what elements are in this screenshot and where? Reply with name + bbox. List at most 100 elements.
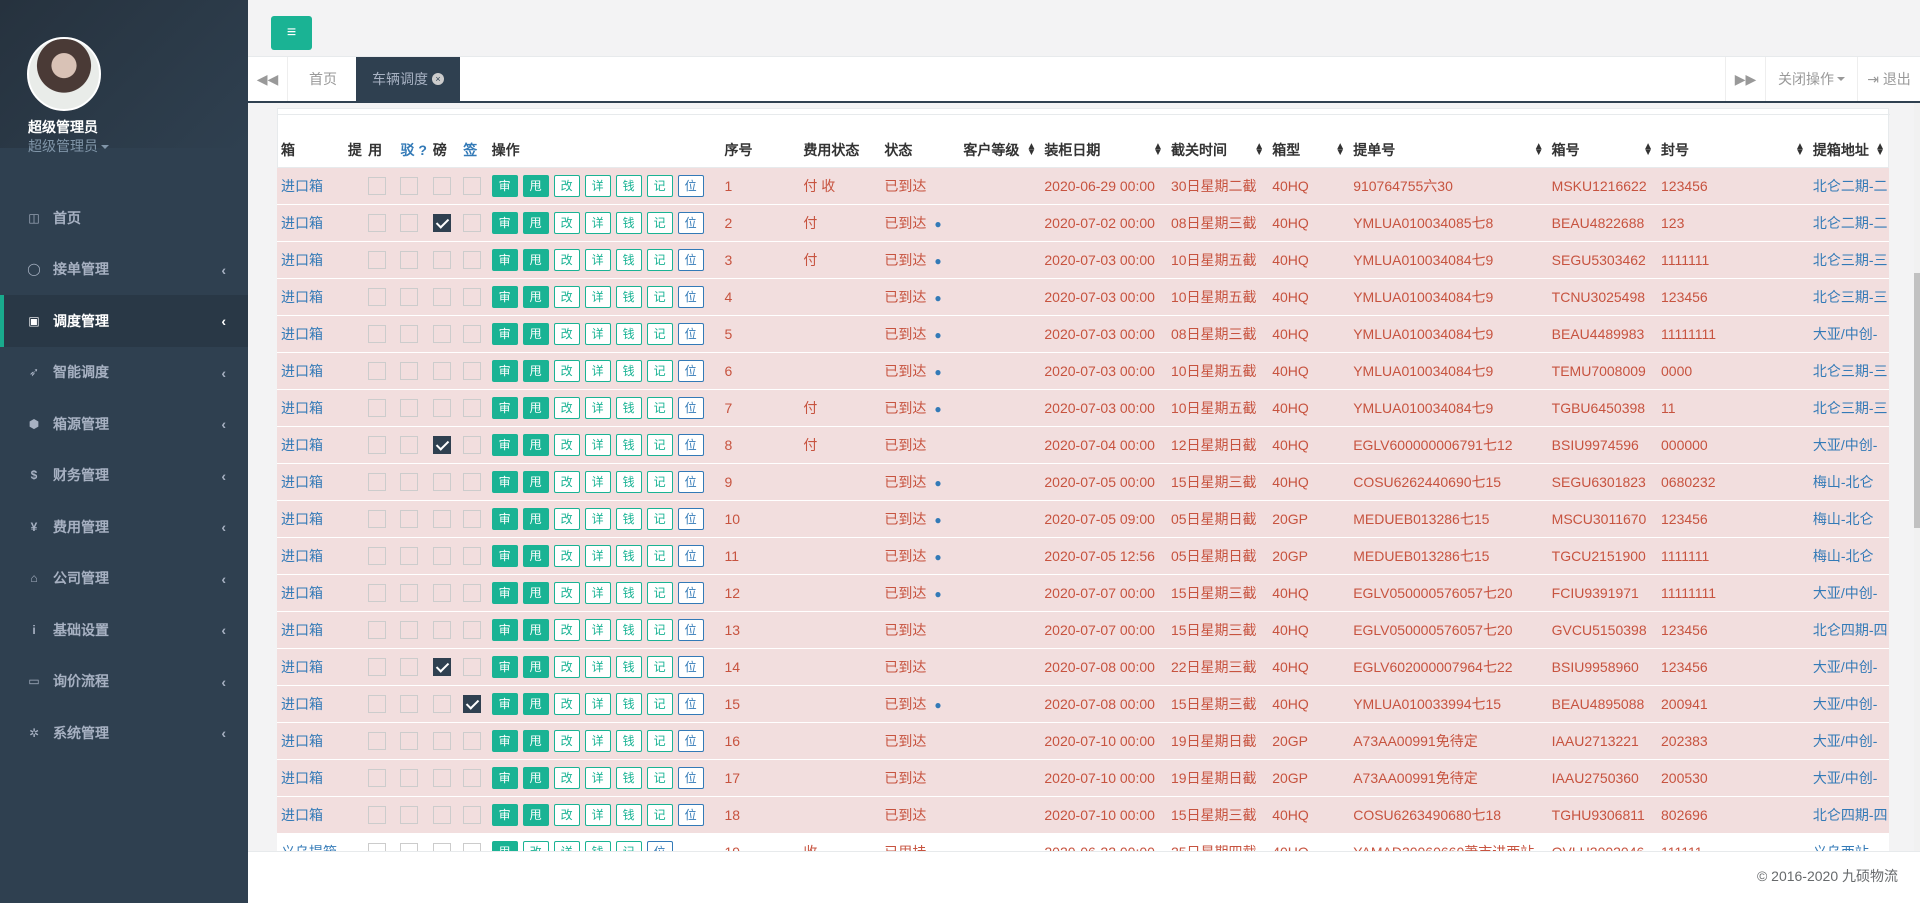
- dump-button[interactable]: 甩: [522, 618, 549, 641]
- location-button[interactable]: 位: [677, 507, 704, 530]
- pickup-address-link[interactable]: 北仑三期-三: [1808, 240, 1889, 278]
- edit-button[interactable]: 改: [553, 322, 580, 345]
- pickup-address-link[interactable]: 大亚/中创-: [1808, 684, 1889, 722]
- detail-button[interactable]: 详: [584, 655, 611, 678]
- box-type-link[interactable]: 进口箱: [277, 758, 344, 796]
- money-button[interactable]: 钱: [615, 211, 642, 234]
- pickup-address-link[interactable]: 大亚/中创-: [1808, 425, 1889, 463]
- dump-button[interactable]: 甩: [522, 581, 549, 604]
- bang-checkbox[interactable]: [432, 324, 451, 343]
- dump-button[interactable]: 甩: [522, 396, 549, 419]
- location-button[interactable]: 位: [677, 766, 704, 789]
- bang-checkbox[interactable]: [432, 361, 451, 380]
- money-button[interactable]: 钱: [615, 729, 642, 752]
- qian-checkbox[interactable]: [463, 176, 482, 195]
- pickup-address-link[interactable]: 北仑四期-四: [1808, 610, 1889, 648]
- dump-button[interactable]: 甩: [491, 840, 518, 851]
- pickup-address-link[interactable]: 北仑三期-三: [1808, 388, 1889, 426]
- dump-button[interactable]: 甩: [522, 766, 549, 789]
- yong-checkbox[interactable]: [368, 176, 387, 195]
- box-type-link[interactable]: 进口箱: [277, 277, 344, 315]
- pickup-address-link[interactable]: 大亚/中创-: [1808, 647, 1889, 685]
- qian-checkbox[interactable]: [463, 472, 482, 491]
- audit-button[interactable]: 审: [491, 803, 518, 826]
- location-button[interactable]: 位: [677, 581, 704, 604]
- location-button[interactable]: 位: [677, 618, 704, 641]
- close-tab-icon[interactable]: ×: [432, 73, 444, 85]
- audit-button[interactable]: 审: [491, 618, 518, 641]
- sidebar-item-2[interactable]: ▣ 调度管理 ‹: [0, 295, 248, 347]
- yong-checkbox[interactable]: [368, 472, 387, 491]
- note-button[interactable]: 记: [646, 322, 673, 345]
- bang-checkbox[interactable]: [432, 250, 451, 269]
- note-button[interactable]: 记: [646, 507, 673, 530]
- audit-button[interactable]: 审: [491, 248, 518, 271]
- location-button[interactable]: 位: [677, 359, 704, 382]
- sidebar-item-0[interactable]: ◫ 首页: [0, 192, 248, 244]
- location-button[interactable]: 位: [677, 544, 704, 567]
- column-header-14[interactable]: 提单号 ▲ ▼: [1349, 133, 1548, 168]
- yong-checkbox[interactable]: [368, 583, 387, 602]
- qian-checkbox[interactable]: [463, 620, 482, 639]
- bo-checkbox[interactable]: [400, 324, 419, 343]
- detail-button[interactable]: 详: [584, 618, 611, 641]
- close-operations-dropdown[interactable]: 关闭操作: [1765, 57, 1857, 101]
- money-button[interactable]: 钱: [615, 433, 642, 456]
- dump-button[interactable]: 甩: [522, 655, 549, 678]
- edit-button[interactable]: 改: [553, 766, 580, 789]
- money-button[interactable]: 钱: [615, 285, 642, 308]
- qian-checkbox[interactable]: [463, 583, 482, 602]
- qian-checkbox[interactable]: [463, 842, 482, 851]
- tab-home[interactable]: 首页: [294, 57, 352, 101]
- column-header-17[interactable]: 提箱地址 ▲ ▼: [1808, 133, 1889, 168]
- location-button[interactable]: 位: [677, 211, 704, 234]
- pickup-address-link[interactable]: 义乌西站-: [1808, 832, 1889, 851]
- yong-checkbox[interactable]: [368, 694, 387, 713]
- audit-button[interactable]: 审: [491, 655, 518, 678]
- location-button[interactable]: 位: [677, 396, 704, 419]
- pickup-address-link[interactable]: 大亚/中创-: [1808, 314, 1889, 352]
- money-button[interactable]: 钱: [615, 544, 642, 567]
- money-button[interactable]: 钱: [615, 248, 642, 271]
- box-type-link[interactable]: 进口箱: [277, 684, 344, 722]
- qian-checkbox[interactable]: [463, 805, 482, 824]
- edit-button[interactable]: 改: [553, 211, 580, 234]
- detail-button[interactable]: 详: [584, 470, 611, 493]
- location-button[interactable]: 位: [677, 729, 704, 752]
- bo-checkbox[interactable]: [400, 287, 419, 306]
- sidebar-item-4[interactable]: ⬢ 箱源管理 ‹: [0, 398, 248, 450]
- bang-checkbox[interactable]: [432, 805, 451, 824]
- yong-checkbox[interactable]: [368, 731, 387, 750]
- money-button[interactable]: 钱: [615, 470, 642, 493]
- detail-button[interactable]: 详: [584, 174, 611, 197]
- bo-checkbox[interactable]: [400, 546, 419, 565]
- audit-button[interactable]: 审: [491, 359, 518, 382]
- note-button[interactable]: 记: [646, 285, 673, 308]
- yong-checkbox[interactable]: [368, 509, 387, 528]
- bo-checkbox[interactable]: [400, 361, 419, 380]
- detail-button[interactable]: 详: [584, 433, 611, 456]
- tabs-scroll-right-button[interactable]: ▶▶: [1725, 57, 1765, 101]
- box-type-link[interactable]: 进口箱: [277, 314, 344, 352]
- box-type-link[interactable]: 进口箱: [277, 388, 344, 426]
- detail-button[interactable]: 详: [553, 840, 580, 851]
- note-button[interactable]: 记: [646, 692, 673, 715]
- sidebar-item-1[interactable]: ◯ 接单管理 ‹: [0, 244, 248, 296]
- bang-checkbox[interactable]: [432, 472, 451, 491]
- pickup-address-link[interactable]: 梅山-北仑: [1808, 462, 1889, 500]
- sidebar-item-10[interactable]: ✲ 系统管理 ‹: [0, 707, 248, 759]
- audit-button[interactable]: 审: [491, 729, 518, 752]
- pickup-address-link[interactable]: 北仑四期-四: [1808, 795, 1889, 833]
- page-scrollbar[interactable]: [1914, 103, 1920, 851]
- pickup-address-link[interactable]: 大亚/中创-: [1808, 721, 1889, 759]
- sidebar-item-5[interactable]: $ 财务管理 ‹: [0, 450, 248, 502]
- detail-button[interactable]: 详: [584, 211, 611, 234]
- box-type-link[interactable]: 进口箱: [277, 573, 344, 611]
- audit-button[interactable]: 审: [491, 211, 518, 234]
- location-button[interactable]: 位: [677, 285, 704, 308]
- audit-button[interactable]: 审: [491, 322, 518, 345]
- column-header-12[interactable]: 截关时间 ▲ ▼: [1166, 133, 1269, 168]
- audit-button[interactable]: 审: [491, 766, 518, 789]
- bang-checkbox[interactable]: [432, 176, 451, 195]
- tab-vehicle-dispatch[interactable]: 车辆调度 ×: [356, 57, 460, 101]
